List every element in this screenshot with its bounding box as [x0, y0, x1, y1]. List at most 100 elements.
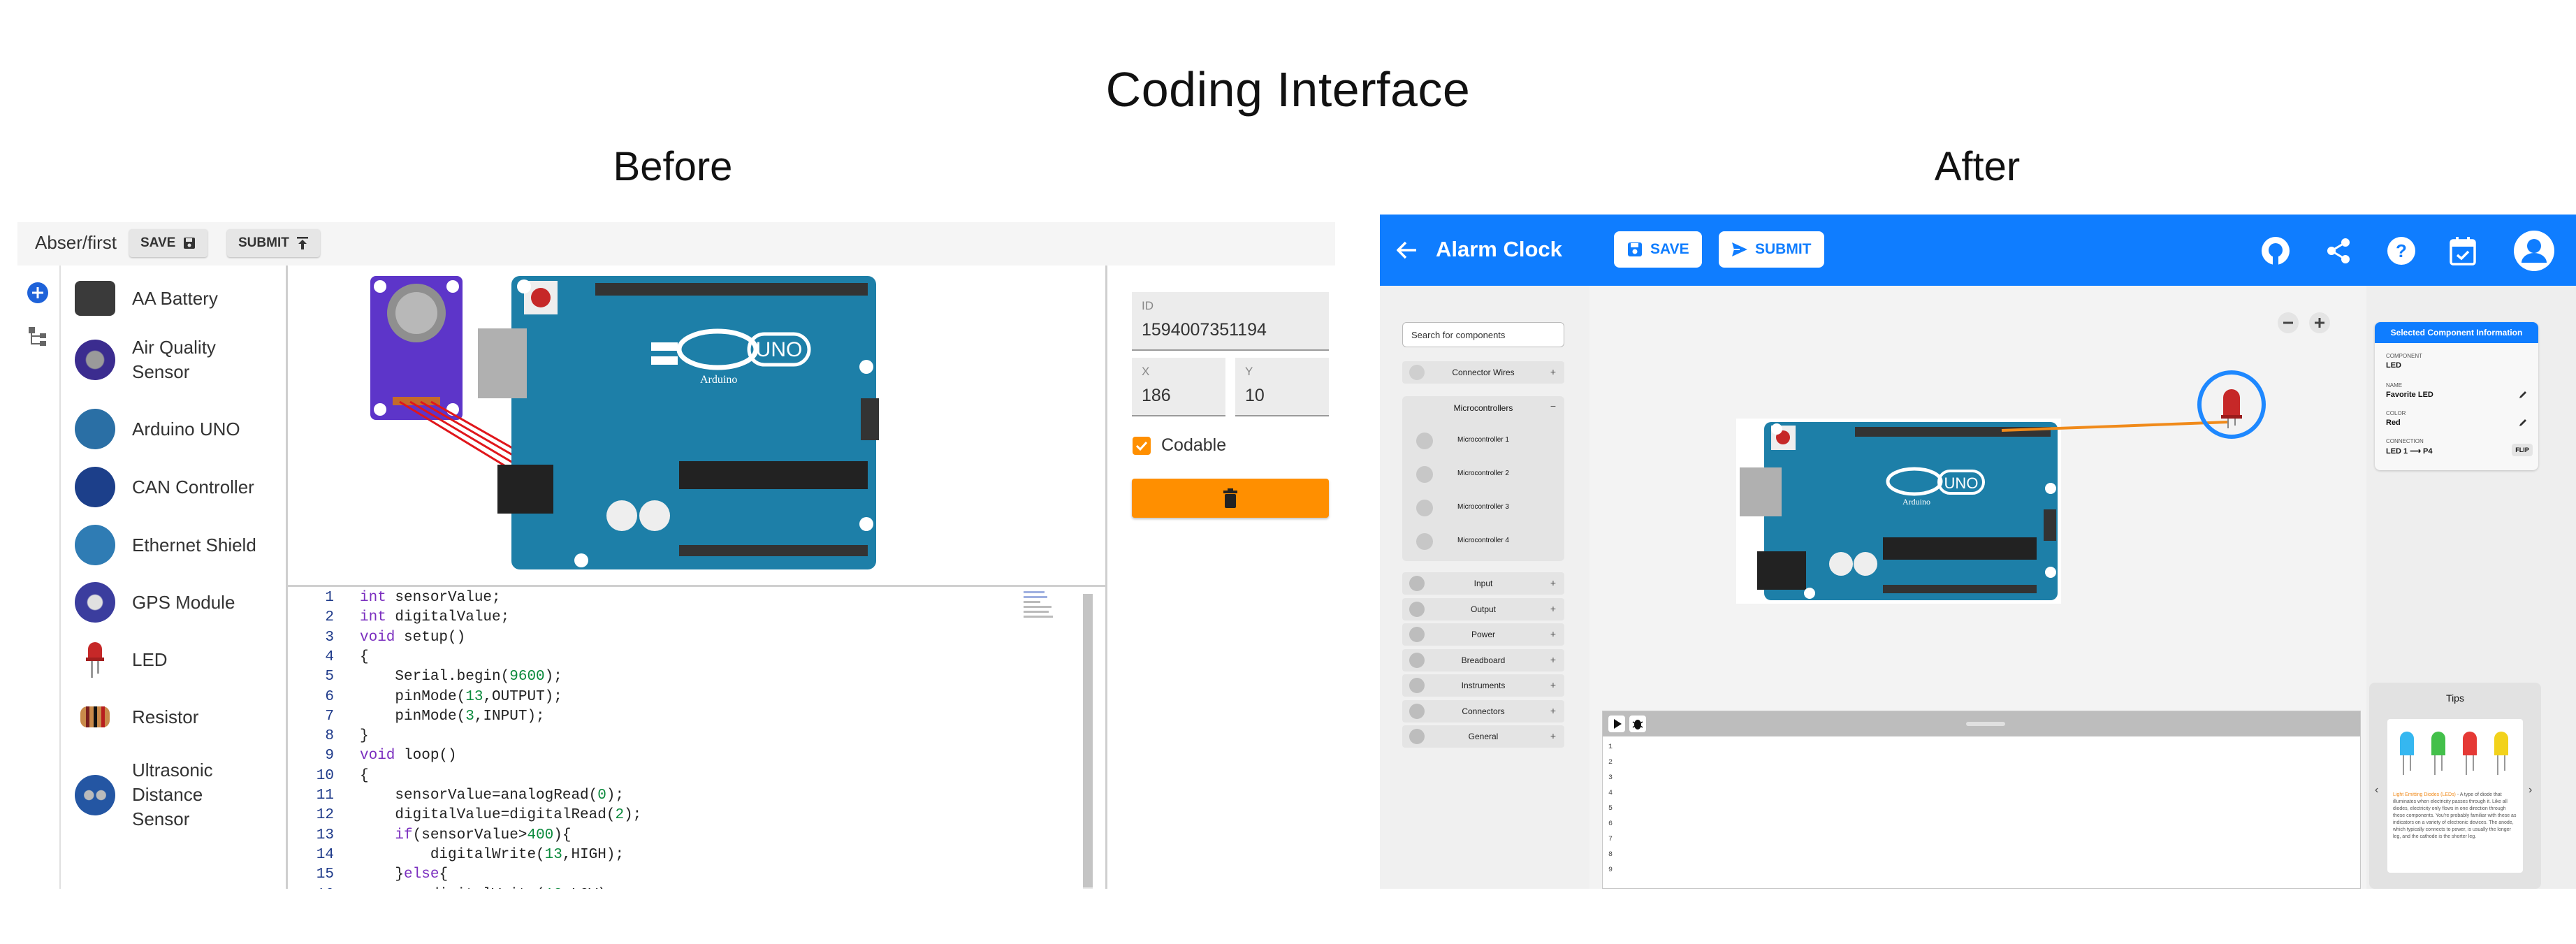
code-text: void loop() — [360, 748, 457, 764]
code-editor[interactable]: 1 int sensorValue; 2 int digitalValue; 3 void… — [288, 587, 1105, 889]
code-line: 1 int sensorValue; — [288, 590, 500, 609]
zoom-out-icon[interactable] — [2276, 311, 2300, 335]
code-line: 2 int digitalValue; — [288, 609, 509, 629]
back-arrow-icon[interactable] — [1397, 241, 1418, 259]
code-text: digitalValue=digitalRead(2); — [360, 807, 642, 824]
color-value[interactable]: Red — [2386, 419, 2401, 427]
code-minimap[interactable] — [1024, 588, 1058, 630]
category-output[interactable]: Output + — [1402, 597, 1564, 620]
chevron-left-icon[interactable]: ‹ — [2375, 784, 2378, 797]
upload-icon — [296, 237, 308, 249]
led-component[interactable] — [2197, 370, 2266, 439]
code-text: sensorValue=analogRead(0); — [360, 787, 625, 804]
account-avatar-icon[interactable] — [2513, 230, 2555, 272]
circuit-canvas[interactable]: UNO Arduino — [288, 266, 1105, 587]
chevron-right-icon[interactable]: › — [2528, 784, 2532, 797]
edit-pencil-icon[interactable] — [2519, 391, 2527, 399]
collapse-minus-icon[interactable]: − — [1550, 400, 1556, 412]
list-item[interactable]: GPS Module — [75, 582, 258, 623]
connection-caption: CONNECTION — [2386, 438, 2424, 444]
microcontroller-item[interactable]: Microcontroller 3 — [1402, 494, 1564, 522]
connector-wires-row[interactable]: Connector Wires + — [1402, 361, 1564, 384]
expand-plus-icon: + — [1550, 653, 1556, 665]
component-info-card: Selected Component Information COMPONENT… — [2375, 322, 2538, 470]
microcontroller-item[interactable]: Microcontroller 2 — [1402, 460, 1564, 488]
line-number: 13 — [316, 827, 334, 843]
list-item[interactable]: Resistor — [75, 697, 258, 737]
y-value: 10 — [1245, 386, 1265, 405]
help-icon[interactable]: ? — [2386, 235, 2417, 266]
floppy-icon — [1628, 242, 1642, 256]
code-text: if(sensorValue>400){ — [395, 827, 572, 843]
project-title[interactable]: Alarm Clock — [1436, 237, 1562, 262]
code-line: 10 { — [288, 768, 369, 787]
list-item[interactable]: Arduino UNO — [75, 409, 258, 449]
save-label: SAVE — [1650, 241, 1689, 257]
name-value[interactable]: Favorite LED — [2386, 391, 2433, 399]
x-caption: X — [1142, 365, 1150, 378]
group-label[interactable]: Microcontrollers — [1402, 403, 1564, 413]
info-header: Selected Component Information — [2375, 322, 2538, 343]
bug-icon[interactable] — [1629, 716, 1646, 732]
edit-pencil-icon[interactable] — [2519, 419, 2527, 427]
air-quality-sensor-module[interactable] — [370, 276, 463, 420]
before-screenshot: Abser/first SAVE SUBMIT AA Battery Air Q… — [17, 222, 1335, 889]
line-number: 1 — [325, 590, 334, 606]
send-icon — [1732, 242, 1747, 256]
delete-button[interactable] — [1132, 479, 1329, 518]
expand-plus-icon: + — [1550, 366, 1556, 377]
arduino-uno-board[interactable]: UNO Arduino — [1740, 422, 2058, 600]
list-item[interactable]: CAN Controller — [75, 467, 258, 507]
flip-button[interactable]: FLIP — [2512, 444, 2533, 456]
list-item[interactable]: Ethernet Shield — [75, 525, 258, 565]
circuit-canvas[interactable]: UNO Arduino 1 2 3 4 5 6 7 8 9 — [1589, 286, 2366, 889]
x-field[interactable]: X 186 — [1132, 358, 1225, 416]
save-button[interactable]: SAVE — [129, 229, 208, 257]
code-line: 5 Serial.begin(9600); — [288, 669, 562, 688]
microcontroller-item[interactable]: Microcontroller 1 — [1402, 427, 1564, 455]
list-item[interactable]: LED — [75, 639, 258, 680]
code-text: pinMode(13,OUTPUT); — [360, 688, 562, 705]
expand-plus-icon: + — [1550, 730, 1556, 741]
editor-scrollbar[interactable] — [1083, 594, 1093, 889]
github-icon[interactable] — [2260, 235, 2291, 266]
tip-slide: Light Emitting Diodes (LEDs) - A type of… — [2387, 719, 2523, 873]
submit-button[interactable]: SUBMIT — [227, 229, 320, 257]
codable-checkbox[interactable]: Codable — [1132, 435, 1226, 456]
code-editor[interactable]: 1 2 3 4 5 6 7 8 9 — [1602, 711, 2361, 889]
code-line: 3 void setup() — [288, 630, 465, 649]
category-input[interactable]: Input + — [1402, 572, 1564, 595]
arduino-uno-board[interactable]: UNO Arduino — [478, 276, 879, 569]
category-power[interactable]: Power + — [1402, 623, 1564, 646]
save-button[interactable]: SAVE — [1614, 231, 1702, 268]
list-item[interactable]: AA Battery — [75, 281, 258, 316]
list-item[interactable]: Ultrasonic Distance Sensor — [75, 758, 258, 832]
add-icon[interactable] — [26, 281, 50, 305]
svg-text:?: ? — [2396, 240, 2407, 261]
after-screenshot: Alarm Clock SAVE SUBMIT ? Search for com… — [1380, 215, 2576, 889]
can-controller-icon — [75, 467, 115, 507]
zoom-in-icon[interactable] — [2308, 311, 2331, 335]
share-icon[interactable] — [2324, 237, 2352, 265]
code-text: digitalWrite(13,LOW); — [360, 887, 616, 889]
play-icon[interactable] — [1608, 716, 1625, 732]
line-number: 1 — [1608, 743, 1613, 751]
category-breadboard[interactable]: Breadboard + — [1402, 648, 1564, 671]
y-field[interactable]: Y 10 — [1235, 358, 1329, 416]
list-item[interactable]: Air Quality Sensor — [75, 335, 258, 384]
submit-button[interactable]: SUBMIT — [1719, 231, 1824, 268]
category-general[interactable]: General + — [1402, 725, 1564, 748]
search-input[interactable]: Search for components — [1402, 322, 1564, 347]
expand-plus-icon: + — [1550, 628, 1556, 639]
id-field[interactable]: ID 1594007351194 — [1132, 292, 1329, 351]
category-connectors[interactable]: Connectors + — [1402, 699, 1564, 722]
drag-handle[interactable] — [1966, 722, 2005, 726]
line-number: 9 — [1608, 866, 1613, 874]
hierarchy-icon[interactable] — [26, 324, 50, 348]
category-label: Input — [1473, 579, 1493, 588]
calendar-icon[interactable] — [2449, 235, 2477, 266]
category-instruments[interactable]: Instruments + — [1402, 674, 1564, 697]
breadcrumb[interactable]: Abser/first — [35, 232, 117, 254]
microcontroller-item[interactable]: Microcontroller 4 — [1402, 528, 1564, 555]
right-panel: Selected Component Information COMPONENT… — [2366, 286, 2576, 889]
